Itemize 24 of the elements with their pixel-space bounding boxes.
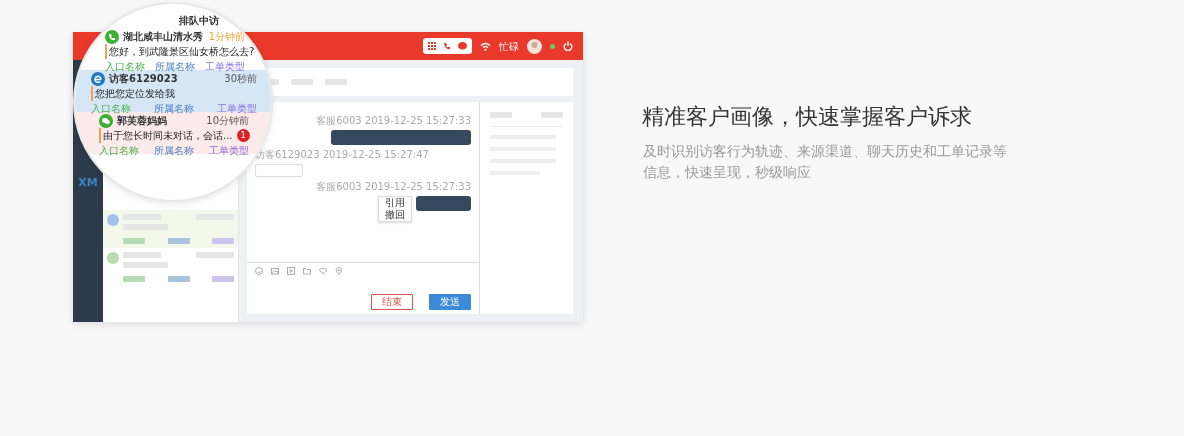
menu-item[interactable]: 撤回 <box>379 209 411 221</box>
logo-text: XM <box>78 175 98 191</box>
chat-button[interactable]: 发送 <box>429 294 471 310</box>
message-meta: 客服6003 2019-12-25 15:27:33 <box>316 181 471 192</box>
feature-description: 及时识别访客行为轨迹、来源渠道、聊天历史和工单记录等信息，快速呈现，秒级响应 <box>643 142 1008 182</box>
queue-header: 排队中访 <box>178 14 220 28</box>
tag-label: 入口名称 <box>105 60 145 73</box>
wait-time: 30秒前 <box>224 72 257 86</box>
chat-button[interactable]: 结束 <box>371 294 413 310</box>
unread-badge: 1 <box>236 129 250 142</box>
status-text[interactable]: 忙碌 <box>499 38 519 54</box>
visitor-name: 湖北咸丰山清水秀 <box>123 30 204 44</box>
last-message: 您好，到武隆景区仙女桥怎么去? <box>105 44 255 59</box>
message-meta: 客服6003 2019-12-25 15:27:33 <box>316 115 471 126</box>
last-message: 您把您定位发给我 <box>91 86 257 101</box>
feature-title: 精准客户画像，快速掌握客户诉求 <box>642 104 972 131</box>
queue-item[interactable]: 访客6129023 30秒前 您把您定位发给我 入口名称 所属名称 工单类型 <box>75 70 271 112</box>
visitor-name: 访客6129023 <box>109 72 179 86</box>
menu-item[interactable]: 引用 <box>379 197 411 209</box>
wait-time: 10分钟前 <box>206 114 249 128</box>
visitor-name: 郭芙蓉妈妈 <box>117 114 168 128</box>
wait-time: 1分钟前 <box>208 30 245 44</box>
last-message: 由于您长时间未对话，会话... <box>99 128 233 143</box>
tag-label: 入口名称 <box>91 102 131 115</box>
